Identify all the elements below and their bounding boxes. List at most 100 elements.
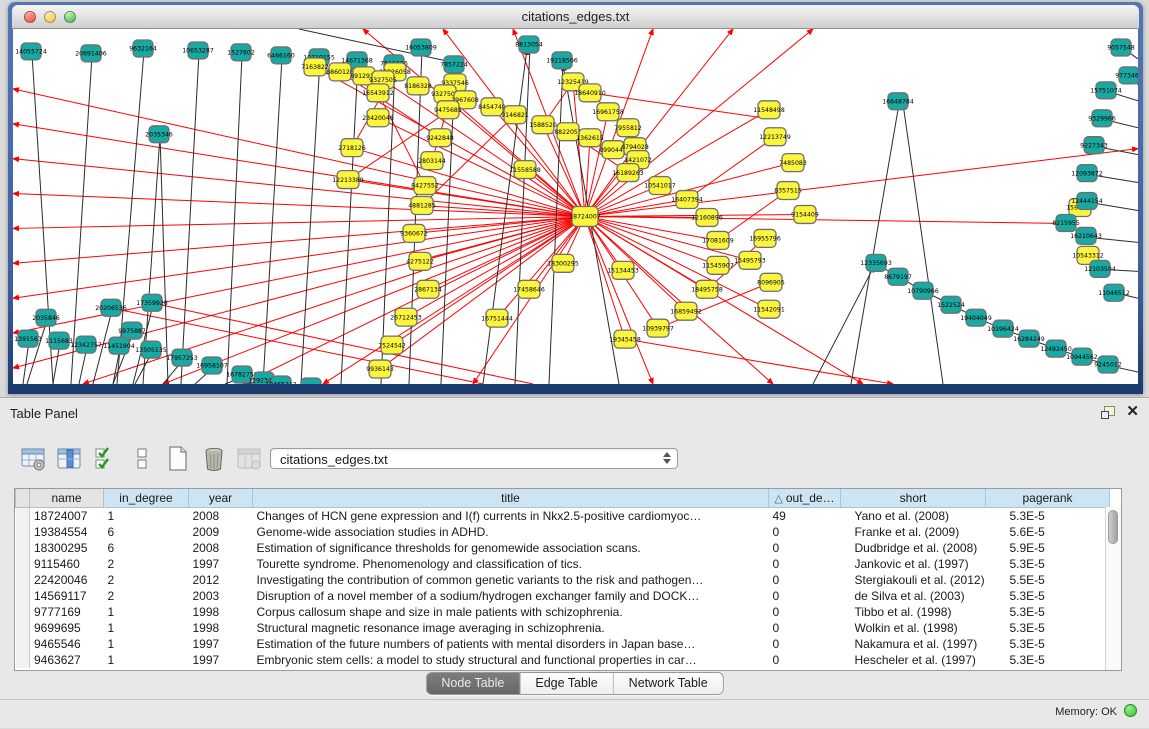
float-panel-button[interactable] — [1101, 406, 1115, 418]
graph-node[interactable]: 18495758 — [691, 280, 723, 298]
graph-node[interactable]: 1522524 — [937, 296, 965, 313]
graph-node[interactable]: 12093872 — [1071, 165, 1103, 182]
graph-node[interactable]: 16859492 — [670, 302, 702, 320]
graph-node[interactable]: 11542091 — [753, 300, 785, 318]
network-window[interactable]: citations_edges.txt 14055724 20691406 9632… — [8, 2, 1143, 394]
graph-node[interactable]: 12342757 — [70, 336, 102, 353]
graph-node[interactable]: 16543912 — [362, 84, 394, 102]
citation-graph[interactable]: 14055724 20691406 9632164 10653287 1527602 64… — [13, 29, 1138, 384]
table-settings-icon[interactable] — [20, 446, 47, 473]
network-canvas[interactable]: 14055724 20691406 9632164 10653287 1527602 64… — [13, 29, 1138, 384]
graph-node[interactable]: 20206536 — [95, 299, 127, 316]
table-row[interactable]: 946554611997Estimation of the future num… — [16, 636, 1110, 652]
graph-node[interactable]: 9329966 — [1088, 110, 1116, 127]
graph-node[interactable]: 9975887 — [118, 322, 146, 339]
graph-node[interactable]: 16751444 — [481, 309, 513, 327]
graph-node[interactable]: 12335693 — [860, 254, 892, 271]
graph-node[interactable]: 11548498 — [753, 101, 785, 119]
graph-node[interactable]: 12213749 — [759, 128, 791, 146]
column-header-pagerank[interactable]: pagerank — [986, 489, 1110, 508]
column-header-year[interactable]: year — [189, 489, 253, 508]
graph-node[interactable]: 7485083 — [779, 154, 807, 172]
table-row[interactable]: 969969511998Structural magnetic resonanc… — [16, 620, 1110, 636]
graph-node[interactable]: 23420046 — [362, 109, 394, 127]
graph-node[interactable]: 15495793 — [734, 251, 766, 269]
graph-node[interactable]: 8215955 — [1052, 214, 1080, 231]
select-rows-icon[interactable] — [92, 446, 119, 473]
graph-node[interactable]: 9360672 — [400, 224, 428, 242]
graph-node[interactable]: 18640910 — [574, 84, 606, 102]
graph-node[interactable]: 9936143 — [366, 360, 394, 378]
table-row[interactable]: 2242004622012Investigating the contribut… — [16, 572, 1110, 588]
node-table[interactable]: namein_degreeyeartitle△out_de…shortpager… — [14, 488, 1122, 671]
column-header-in_degree[interactable]: in_degree — [104, 489, 189, 508]
graph-node[interactable]: 8679197 — [884, 268, 912, 285]
graph-node[interactable]: 1362615 — [576, 129, 604, 147]
graph-node[interactable]: 1391563 — [14, 330, 42, 347]
graph-node[interactable]: 16961758 — [592, 103, 624, 121]
graph-node[interactable]: 2803144 — [418, 152, 446, 170]
graph-node[interactable]: 7524542 — [378, 336, 406, 354]
graph-node[interactable]: 11046512 — [1098, 284, 1130, 301]
column-header-title[interactable]: title — [253, 489, 769, 508]
column-header-out_de[interactable]: △out_de… — [769, 489, 841, 508]
graph-node[interactable]: 18300295 — [547, 254, 579, 272]
graph-node[interactable]: 16189263 — [612, 164, 644, 182]
graph-node[interactable]: 16955796 — [749, 229, 781, 247]
tab-node-table[interactable]: Node Table — [426, 673, 519, 694]
graph-node[interactable]: 12160896 — [691, 208, 723, 226]
graph-node[interactable]: 14055724 — [15, 43, 47, 60]
tab-network-table[interactable]: Network Table — [613, 673, 723, 694]
graph-node[interactable]: 4881285 — [408, 197, 436, 215]
graph-node[interactable]: 11558588 — [509, 161, 541, 179]
graph-node[interactable]: 8427552 — [411, 177, 439, 195]
graph-node[interactable]: 20691406 — [75, 45, 107, 62]
graph-node[interactable]: 7857224 — [440, 56, 468, 73]
graph-node[interactable]: 9632164 — [129, 40, 157, 57]
graph-node[interactable]: 8186328 — [404, 77, 432, 95]
graph-hub-node[interactable]: 18724007 — [569, 207, 601, 227]
graph-node[interactable]: 11545907 — [702, 256, 734, 274]
graph-node[interactable]: 9245012 — [1094, 356, 1122, 373]
graph-node[interactable]: 2718126 — [338, 139, 366, 157]
graph-node[interactable]: 8357515 — [774, 182, 802, 200]
graph-node[interactable]: 7163822 — [301, 58, 329, 76]
graph-node[interactable]: 9242848 — [426, 129, 454, 147]
table-scrollbar[interactable] — [1105, 507, 1121, 670]
table-selector-dropdown[interactable]: citations_edges.txt — [270, 448, 678, 469]
new-table-icon[interactable] — [164, 446, 191, 473]
table-row[interactable]: 946362711997Embryonic stem cells: a mode… — [16, 652, 1110, 668]
graph-node[interactable]: 1588520 — [529, 116, 557, 134]
graph-node[interactable]: 10541017 — [644, 177, 676, 195]
table-row[interactable]: 1456911722003Disruption of a novel membe… — [16, 588, 1110, 604]
table-row[interactable]: 1830029562008Estimation of significance … — [16, 540, 1110, 556]
graph-node[interactable]: 17458646 — [513, 280, 545, 298]
graph-node[interactable]: 10653287 — [182, 42, 214, 59]
graph-node[interactable]: 16648784 — [882, 93, 914, 110]
graph-node[interactable]: 6466160 — [267, 47, 295, 64]
window-title-bar[interactable]: citations_edges.txt — [12, 5, 1139, 29]
graph-node[interactable]: 1527602 — [227, 44, 255, 61]
graph-node[interactable]: 16536143 — [295, 378, 327, 384]
graph-node[interactable]: 1115683 — [45, 332, 73, 349]
graph-node[interactable]: 17081609 — [702, 231, 734, 249]
table-row[interactable]: 1938455462009Genome-wide association stu… — [16, 524, 1110, 540]
column-header-short[interactable]: short — [841, 489, 986, 508]
delete-table-icon[interactable] — [200, 446, 227, 473]
graph-node[interactable]: 4275122 — [406, 252, 434, 270]
graph-node[interactable]: 8813054 — [515, 36, 543, 53]
graph-node[interactable]: 19218506 — [546, 52, 578, 69]
graph-node[interactable]: 9773462 — [1115, 67, 1138, 84]
row-height-icon[interactable] — [128, 446, 155, 473]
graph-node[interactable]: 15751074 — [1090, 82, 1122, 99]
graph-node[interactable]: 12213389 — [332, 171, 364, 189]
graph-node[interactable]: 17359928 — [136, 294, 168, 311]
column-header-name[interactable]: name — [30, 489, 104, 508]
graph-node[interactable]: 9475685 — [434, 101, 462, 119]
graph-node[interactable]: 2035346 — [145, 126, 173, 143]
graph-node[interactable]: 9154409 — [791, 206, 819, 224]
graph-node[interactable]: 2867134 — [414, 280, 442, 298]
table-row[interactable]: 1872400712008Changes of HCN gene express… — [16, 508, 1110, 525]
graph-node[interactable]: 7955812 — [614, 119, 642, 137]
import-table-icon[interactable] — [236, 446, 263, 473]
